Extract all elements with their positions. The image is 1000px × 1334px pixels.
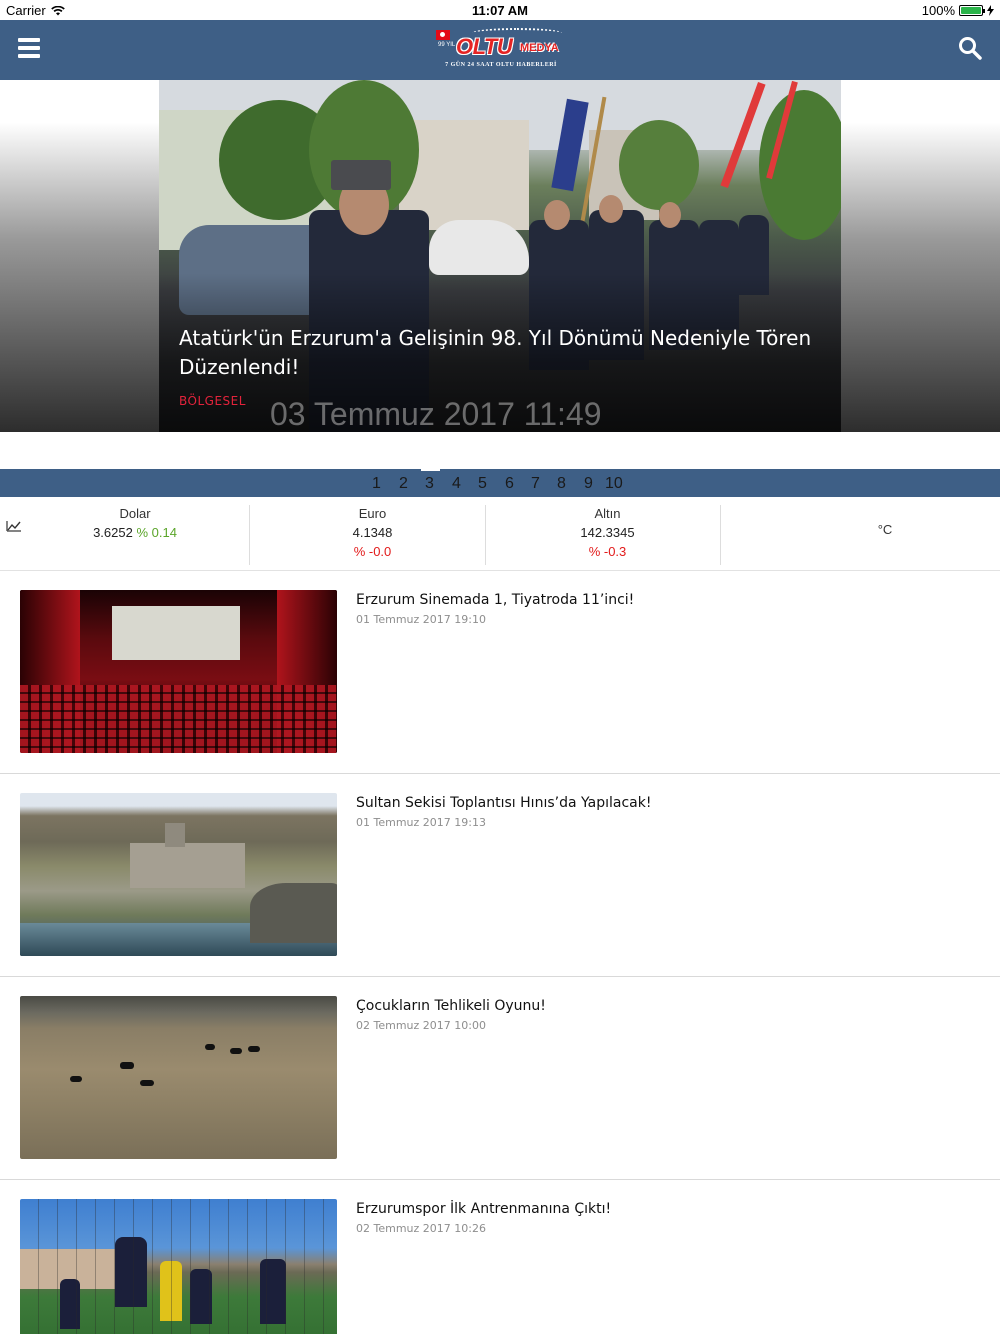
- pager-page[interactable]: 3: [425, 475, 434, 493]
- hero-slider[interactable]: Atatürk'ün Erzurum'a Gelişinin 98. Yıl D…: [0, 80, 1000, 432]
- news-date: 02 Temmuz 2017 10:26: [356, 1222, 486, 1235]
- turkish-flag-icon: [436, 30, 450, 40]
- chart-icon[interactable]: [6, 520, 22, 532]
- divider: [249, 505, 250, 565]
- logo-brand: OLTU: [456, 34, 513, 59]
- pager-page[interactable]: 1: [372, 475, 381, 493]
- news-list-item[interactable]: Sultan Sekisi Toplantısı Hınıs’da Yapıla…: [0, 774, 1000, 977]
- fx-change: % 0.14: [136, 525, 177, 540]
- hamburger-icon: [18, 38, 40, 42]
- news-thumbnail: [20, 590, 337, 753]
- hero-category[interactable]: BÖLGESEL: [179, 394, 246, 408]
- slider-pager: 1 2 3 4 5 6 7 8 9 10: [0, 469, 1000, 497]
- pager-page[interactable]: 10: [605, 475, 623, 493]
- fx-label: Euro: [358, 506, 387, 521]
- menu-button[interactable]: [18, 38, 40, 58]
- fx-change: % -0.0: [353, 544, 392, 559]
- fx-label: Dolar: [119, 506, 151, 521]
- battery-percent: 100%: [921, 3, 955, 18]
- logo-badge: 99 YIL: [438, 42, 456, 48]
- news-title[interactable]: Erzurum Sinemada 1, Tiyatroda 11’inci!: [356, 592, 634, 608]
- fx-value-line: 3.6252 % 0.14: [30, 523, 240, 542]
- pager-page[interactable]: 8: [557, 475, 566, 493]
- battery-icon: [959, 5, 985, 16]
- news-thumbnail: [20, 1199, 337, 1334]
- news-list-item[interactable]: Çocukların Tehlikeli Oyunu! 02 Temmuz 20…: [0, 977, 1000, 1180]
- hero-title[interactable]: Atatürk'ün Erzurum'a Gelişinin 98. Yıl D…: [179, 324, 829, 382]
- pager-page[interactable]: 2: [399, 475, 408, 493]
- weather-unit: °C: [877, 522, 893, 537]
- news-thumbnail: [20, 793, 337, 956]
- news-title[interactable]: Sultan Sekisi Toplantısı Hınıs’da Yapıla…: [356, 795, 651, 811]
- status-bar: Carrier 11:07 AM 100%: [0, 0, 1000, 20]
- pager-page[interactable]: 4: [452, 475, 461, 493]
- news-title[interactable]: Erzurumspor İlk Antrenmanına Çıktı!: [356, 1201, 611, 1217]
- battery-group: 100%: [922, 3, 994, 18]
- pager-active-indicator: [421, 469, 440, 471]
- news-date: 02 Temmuz 2017 10:00: [356, 1019, 486, 1032]
- hamburger-line: [18, 46, 40, 50]
- pager-page[interactable]: 9: [584, 475, 593, 493]
- news-list-item[interactable]: Erzurum Sinemada 1, Tiyatroda 11’inci! 0…: [0, 571, 1000, 774]
- pager-page[interactable]: 6: [505, 475, 514, 493]
- fx-dolar: Dolar 3.6252 % 0.14: [30, 505, 240, 567]
- fx-value: 4.1348: [352, 525, 393, 540]
- fx-altin: Altın 142.3345 % -0.3: [490, 505, 725, 567]
- fx-label: Altın: [594, 506, 621, 521]
- fx-value: 142.3345: [580, 525, 635, 540]
- top-navbar: 99 YIL OLTU MEDYA 7 GÜN 24 SAAT OLTU HAB…: [0, 20, 1000, 80]
- currency-bar: Dolar 3.6252 % 0.14 Euro 4.1348 % -0.0 A…: [0, 503, 1000, 571]
- fx-value: 3.6252: [93, 525, 133, 540]
- search-button[interactable]: [958, 36, 982, 60]
- news-list-item[interactable]: Erzurumspor İlk Antrenmanına Çıktı! 02 T…: [0, 1180, 1000, 1334]
- logo-tagline: 7 GÜN 24 SAAT OLTU HABERLERİ: [445, 62, 557, 68]
- logo-brand-suffix: MEDYA: [520, 42, 559, 54]
- fx-change: % -0.3: [588, 544, 627, 559]
- news-date: 01 Temmuz 2017 19:10: [356, 613, 486, 626]
- divider: [720, 505, 721, 565]
- hamburger-line: [18, 54, 40, 58]
- news-date: 01 Temmuz 2017 19:13: [356, 816, 486, 829]
- news-title[interactable]: Çocukların Tehlikeli Oyunu!: [356, 998, 546, 1014]
- pager-page[interactable]: 7: [531, 475, 540, 493]
- charging-icon: [987, 5, 994, 16]
- app-logo[interactable]: 99 YIL OLTU MEDYA 7 GÜN 24 SAAT OLTU HAB…: [432, 26, 568, 74]
- pager-page[interactable]: 5: [478, 475, 487, 493]
- news-thumbnail: [20, 996, 337, 1159]
- divider: [485, 505, 486, 565]
- search-icon: [959, 37, 982, 60]
- fx-euro: Euro 4.1348 % -0.0: [255, 505, 490, 567]
- hero-date: 03 Temmuz 2017 11:49: [270, 396, 602, 432]
- status-time: 11:07 AM: [472, 3, 528, 18]
